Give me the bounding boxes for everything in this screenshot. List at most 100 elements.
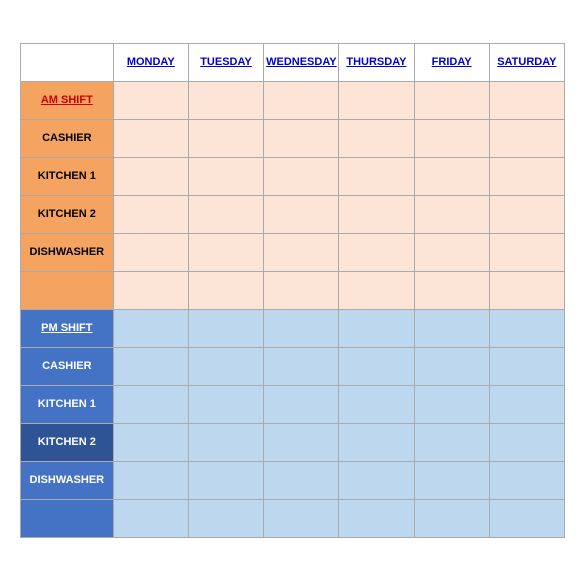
schedule-cell[interactable] xyxy=(339,461,414,499)
schedule-cell[interactable] xyxy=(339,81,414,119)
header-friday: FRIDAY xyxy=(414,43,489,81)
schedule-cell[interactable] xyxy=(489,385,564,423)
schedule-cell[interactable] xyxy=(339,119,414,157)
header-wednesday: WEDNESDAY xyxy=(264,43,339,81)
schedule-cell[interactable] xyxy=(188,119,263,157)
table-row: DISHWASHER xyxy=(21,461,565,499)
schedule-cell[interactable] xyxy=(339,195,414,233)
schedule-cell[interactable] xyxy=(113,347,188,385)
schedule-cell[interactable] xyxy=(264,81,339,119)
schedule-cell[interactable] xyxy=(188,499,263,537)
schedule-cell[interactable] xyxy=(264,347,339,385)
schedule-cell[interactable] xyxy=(339,309,414,347)
row-label xyxy=(21,271,114,309)
schedule-cell[interactable] xyxy=(414,423,489,461)
schedule-cell[interactable] xyxy=(414,309,489,347)
table-row xyxy=(21,499,565,537)
header-label xyxy=(21,43,114,81)
row-label: CASHIER xyxy=(21,347,114,385)
row-label: DISHWASHER xyxy=(21,233,114,271)
schedule-cell[interactable] xyxy=(489,347,564,385)
header-saturday: SATURDAY xyxy=(489,43,564,81)
schedule-cell[interactable] xyxy=(264,195,339,233)
schedule-cell[interactable] xyxy=(264,271,339,309)
schedule-cell[interactable] xyxy=(188,347,263,385)
row-label: DISHWASHER xyxy=(21,461,114,499)
schedule-cell[interactable] xyxy=(414,81,489,119)
schedule-cell[interactable] xyxy=(414,233,489,271)
schedule-cell[interactable] xyxy=(489,195,564,233)
schedule-cell[interactable] xyxy=(188,81,263,119)
schedule-cell[interactable] xyxy=(113,385,188,423)
schedule-cell[interactable] xyxy=(188,233,263,271)
header-row: MONDAY TUESDAY WEDNESDAY THURSDAY FRIDAY… xyxy=(21,43,565,81)
schedule-cell[interactable] xyxy=(113,119,188,157)
schedule-cell[interactable] xyxy=(339,499,414,537)
schedule-cell[interactable] xyxy=(489,499,564,537)
schedule-cell[interactable] xyxy=(113,423,188,461)
schedule-cell[interactable] xyxy=(414,385,489,423)
schedule-cell[interactable] xyxy=(489,461,564,499)
schedule-cell[interactable] xyxy=(113,499,188,537)
schedule-cell[interactable] xyxy=(414,119,489,157)
schedule-cell[interactable] xyxy=(264,385,339,423)
header-thursday: THURSDAY xyxy=(339,43,414,81)
schedule-cell[interactable] xyxy=(113,81,188,119)
schedule-cell[interactable] xyxy=(414,271,489,309)
schedule-cell[interactable] xyxy=(489,423,564,461)
schedule-cell[interactable] xyxy=(113,461,188,499)
row-label: AM SHIFT xyxy=(21,81,114,119)
schedule-cell[interactable] xyxy=(113,195,188,233)
schedule-cell[interactable] xyxy=(489,309,564,347)
table-row: PM SHIFT xyxy=(21,309,565,347)
schedule-cell[interactable] xyxy=(264,119,339,157)
schedule-cell[interactable] xyxy=(489,157,564,195)
row-label: KITCHEN 2 xyxy=(21,423,114,461)
schedule-cell[interactable] xyxy=(264,499,339,537)
schedule-cell[interactable] xyxy=(339,347,414,385)
table-row: KITCHEN 2 xyxy=(21,423,565,461)
table-row: DISHWASHER xyxy=(21,233,565,271)
schedule-cell[interactable] xyxy=(188,195,263,233)
schedule-cell[interactable] xyxy=(188,157,263,195)
schedule-cell[interactable] xyxy=(414,347,489,385)
schedule-cell[interactable] xyxy=(339,423,414,461)
schedule-cell[interactable] xyxy=(188,271,263,309)
header-monday: MONDAY xyxy=(113,43,188,81)
schedule-cell[interactable] xyxy=(264,309,339,347)
schedule-cell[interactable] xyxy=(489,271,564,309)
schedule-cell[interactable] xyxy=(188,423,263,461)
row-label: CASHIER xyxy=(21,119,114,157)
row-label xyxy=(21,499,114,537)
schedule-cell[interactable] xyxy=(414,195,489,233)
schedule-cell[interactable] xyxy=(414,157,489,195)
schedule-cell[interactable] xyxy=(489,119,564,157)
table-row xyxy=(21,271,565,309)
schedule-cell[interactable] xyxy=(339,157,414,195)
row-label: KITCHEN 2 xyxy=(21,195,114,233)
table-row: KITCHEN 1 xyxy=(21,385,565,423)
schedule-cell[interactable] xyxy=(414,461,489,499)
table-row: AM SHIFT xyxy=(21,81,565,119)
schedule-cell[interactable] xyxy=(489,81,564,119)
schedule-cell[interactable] xyxy=(188,385,263,423)
header-tuesday: TUESDAY xyxy=(188,43,263,81)
schedule-cell[interactable] xyxy=(113,309,188,347)
schedule-cell[interactable] xyxy=(489,233,564,271)
schedule-cell[interactable] xyxy=(113,157,188,195)
schedule-cell[interactable] xyxy=(339,271,414,309)
schedule-cell[interactable] xyxy=(339,233,414,271)
schedule-cell[interactable] xyxy=(414,499,489,537)
table-row: CASHIER xyxy=(21,347,565,385)
schedule-cell[interactable] xyxy=(188,461,263,499)
schedule-cell[interactable] xyxy=(264,157,339,195)
schedule-cell[interactable] xyxy=(113,271,188,309)
schedule-cell[interactable] xyxy=(264,461,339,499)
schedule-cell[interactable] xyxy=(264,423,339,461)
schedule-cell[interactable] xyxy=(264,233,339,271)
table-row: KITCHEN 2 xyxy=(21,195,565,233)
schedule-cell[interactable] xyxy=(188,309,263,347)
schedule-cell[interactable] xyxy=(113,233,188,271)
table-row: KITCHEN 1 xyxy=(21,157,565,195)
schedule-cell[interactable] xyxy=(339,385,414,423)
